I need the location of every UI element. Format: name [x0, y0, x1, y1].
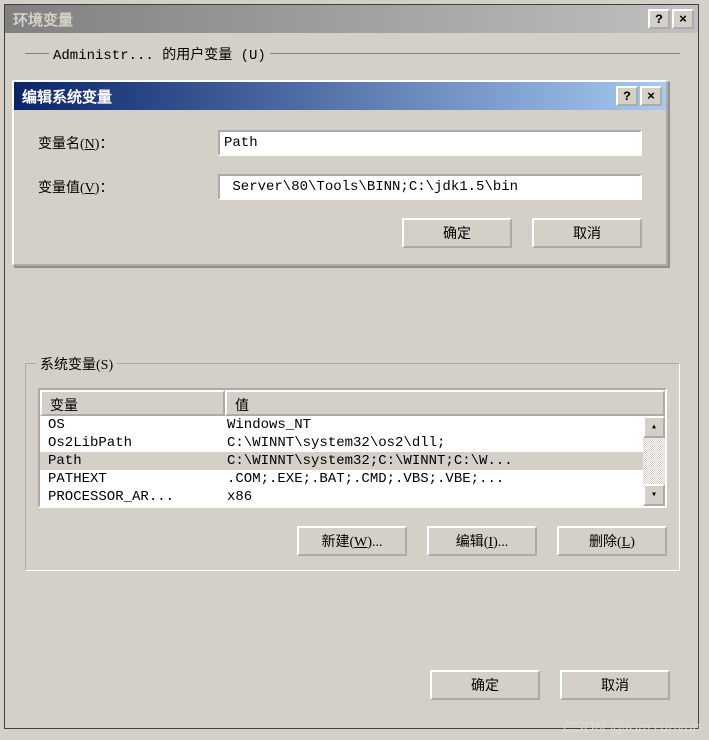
cell-var: Path	[40, 453, 225, 469]
footer-buttons: 确定 取消	[430, 670, 670, 700]
table-row[interactable]: PATHEXT.COM;.EXE;.BAT;.CMD;.VBS;.VBE;...	[40, 470, 643, 488]
col-variable[interactable]: 变量	[40, 390, 225, 416]
edit-cancel-button[interactable]: 取消	[532, 218, 642, 248]
delete-button[interactable]: 删除(L)	[557, 526, 667, 556]
cell-var: Os2LibPath	[40, 435, 225, 451]
cell-val: Windows_NT	[225, 417, 643, 433]
cell-var: OS	[40, 417, 225, 433]
cell-val: x86	[225, 489, 643, 505]
table-row[interactable]: OSWindows_NT	[40, 416, 643, 434]
cell-val: .COM;.EXE;.BAT;.CMD;.VBS;.VBE;...	[225, 471, 643, 487]
system-vars-group: 系统变量(S) 变量 值 OSWindows_NTOs2LibPathC:\WI…	[25, 363, 680, 571]
outer-titlebar: 环境变量 ? ×	[5, 5, 698, 33]
edit-help-button[interactable]: ?	[616, 86, 638, 106]
user-vars-group-partial: Administr... 的用户变量 (U)	[25, 53, 680, 83]
scroll-up-icon[interactable]: ▴	[643, 416, 665, 438]
edit-titlebar: 编辑系统变量 ? ×	[14, 82, 666, 110]
cell-val: C:\WINNT\system32\os2\dll;	[225, 435, 643, 451]
user-vars-label: Administr... 的用户变量 (U)	[49, 44, 270, 64]
var-value-label: 变量值(V)：	[38, 177, 218, 197]
edit-ok-button[interactable]: 确定	[402, 218, 512, 248]
system-vars-list[interactable]: 变量 值 OSWindows_NTOs2LibPathC:\WINNT\syst…	[38, 388, 667, 508]
cell-val: C:\WINNT\system32;C:\WINNT;C:\W...	[225, 453, 643, 469]
help-button[interactable]: ?	[648, 9, 670, 29]
list-header: 变量 值	[40, 390, 665, 416]
edit-button[interactable]: 编辑(I)...	[427, 526, 537, 556]
close-button[interactable]: ×	[672, 9, 694, 29]
scrollbar[interactable]: ▴ ▾	[643, 416, 665, 506]
outer-ok-button[interactable]: 确定	[430, 670, 540, 700]
scroll-down-icon[interactable]: ▾	[643, 484, 665, 506]
cell-var: PATHEXT	[40, 471, 225, 487]
system-vars-label: 系统变量(S)	[36, 354, 117, 374]
scroll-track[interactable]	[643, 438, 665, 484]
edit-close-button[interactable]: ×	[640, 86, 662, 106]
edit-dialog: 编辑系统变量 ? × 变量名(N)： 变量值(V)： 确定 取消	[12, 80, 668, 266]
cell-var: PROCESSOR_AR...	[40, 489, 225, 505]
table-row[interactable]: PROCESSOR_AR...x86	[40, 488, 643, 506]
var-name-input[interactable]	[218, 130, 642, 156]
table-row[interactable]: Os2LibPathC:\WINNT\system32\os2\dll;	[40, 434, 643, 452]
edit-title: 编辑系统变量	[18, 86, 614, 107]
new-button[interactable]: 新建(W)...	[297, 526, 407, 556]
outer-title: 环境变量	[9, 9, 646, 30]
var-name-label: 变量名(N)：	[38, 133, 218, 153]
col-value[interactable]: 值	[225, 390, 665, 416]
var-value-input[interactable]	[218, 174, 642, 200]
outer-cancel-button[interactable]: 取消	[560, 670, 670, 700]
table-row[interactable]: PathC:\WINNT\system32;C:\WINNT;C:\W...	[40, 452, 643, 470]
